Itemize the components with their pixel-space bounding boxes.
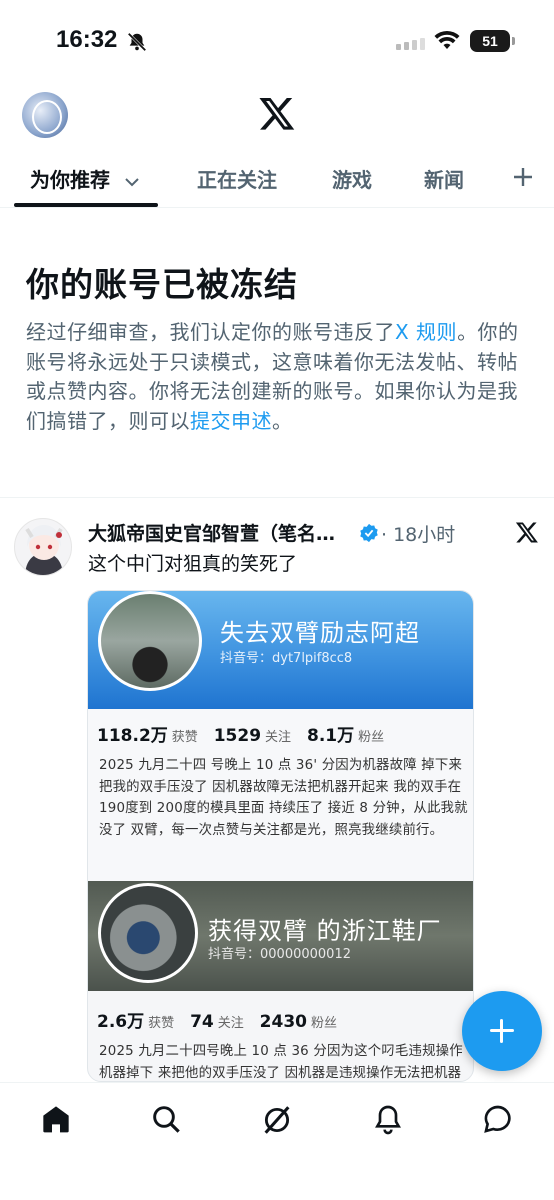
timeline-tabs: 为你推荐 正在关注 游戏 新闻 [0, 150, 554, 208]
notice-text-3: 。 [272, 408, 293, 433]
profile2-fans-label: 粉丝 [311, 1016, 338, 1031]
status-time: 16:32 [56, 26, 118, 53]
profile1-body: 118.2万 获赞 1529 关注 8.1万 粉丝 2025 九月二十四 号晚上 10… [88, 709, 473, 881]
profile1-likes-label: 获赞 [171, 730, 198, 745]
profile1-likes-value: 118.2万 [97, 726, 168, 746]
frozen-notice-body: 经过仔细审查，我们认定你的账号违反了X 规则。你的账号将永远处于只读模式，这意味… [26, 318, 526, 436]
profile2-douyin-id: 抖音号：00000000012 [208, 947, 351, 962]
tab-gaming[interactable]: 游戏 [332, 164, 372, 193]
verified-badge-icon [360, 523, 378, 543]
profile1-avatar [98, 591, 202, 691]
profile2-stats: 2.6万 获赞 74 关注 2430 粉丝 [97, 1007, 347, 1032]
tab-following[interactable]: 正在关注 [197, 164, 277, 193]
x-rules-link[interactable]: X 规则 [395, 320, 457, 344]
bottom-navigation [0, 1082, 554, 1200]
status-bar: 16:32 51 [0, 0, 554, 80]
chevron-down-icon [124, 178, 139, 187]
profile2-description: 2025 九月二十四号晚上 10 点 36 分因为这个叼毛违规操作机器掉下 来把… [99, 1044, 463, 1081]
profile2-follow-value: 74 [190, 1012, 214, 1032]
profile2-fans-value: 2430 [259, 1012, 307, 1032]
x-logo-icon [259, 97, 295, 130]
profile1-description: 2025 九月二十四 号晚上 10 点 36' 分因为机器故障 掉下来把我的双手… [99, 758, 468, 838]
anime-avatar-icon [25, 525, 63, 575]
messages-icon[interactable] [482, 1103, 514, 1135]
profile-avatar-button[interactable] [22, 92, 68, 138]
profile1-stats: 118.2万 获赞 1529 关注 8.1万 粉丝 [97, 721, 394, 746]
tab-for-you[interactable]: 为你推荐 [30, 164, 140, 193]
grok-x-icon[interactable] [515, 520, 539, 544]
home-icon[interactable] [40, 1103, 72, 1135]
battery-indicator: 51 [470, 30, 515, 52]
post-image[interactable]: 失去双臂励志阿超 抖音号：dyt7lpif8cc8 118.2万 获赞 1529 关… [87, 590, 474, 1082]
profile2-header: 获得双臂 的浙江鞋厂 抖音号：00000000012 [88, 881, 473, 991]
search-icon[interactable] [150, 1103, 182, 1135]
profile1-follow-label: 关注 [265, 730, 292, 745]
profile1-douyin-id: 抖音号：dyt7lpif8cc8 [220, 651, 353, 666]
add-tab-icon[interactable] [512, 166, 534, 188]
post-author-name[interactable]: 大狐帝国史官邹智萱（笔名… [88, 519, 335, 546]
tab-for-you-label: 为你推荐 [30, 170, 110, 192]
tab-news[interactable]: 新闻 [424, 164, 464, 193]
profile2-avatar [98, 883, 198, 983]
frozen-notice-title: 你的账号已被冻结 [26, 265, 298, 304]
notice-text-1: 经过仔细审查，我们认定你的账号违反了 [26, 320, 395, 344]
profile1-fans-value: 8.1万 [306, 726, 355, 746]
post-text: 这个中门对狙真的笑死了 [88, 553, 298, 575]
silent-bell-icon [127, 32, 147, 52]
post-time: · 18小时 [381, 524, 456, 546]
grok-icon[interactable] [260, 1103, 294, 1137]
profile1-name: 失去双臂励志阿超 [220, 619, 420, 647]
profile2-likes-value: 2.6万 [97, 1012, 145, 1032]
profile1-header: 失去双臂励志阿超 抖音号：dyt7lpif8cc8 [88, 591, 473, 709]
active-tab-indicator [14, 203, 158, 207]
appeal-link[interactable]: 提交申述 [190, 409, 272, 433]
profile2-follow-label: 关注 [217, 1016, 244, 1031]
compose-post-button[interactable] [462, 991, 542, 1071]
divider [0, 497, 554, 498]
cellular-signal-icon [396, 38, 425, 50]
notifications-bell-icon[interactable] [372, 1103, 404, 1135]
profile1-follow-value: 1529 [213, 726, 262, 746]
profile2-name: 获得双臂 的浙江鞋厂 [208, 917, 442, 945]
profile2-likes-label: 获赞 [148, 1016, 175, 1031]
post-author-avatar[interactable] [14, 518, 72, 576]
wifi-icon [434, 30, 460, 49]
profile1-fans-label: 粉丝 [358, 730, 385, 745]
